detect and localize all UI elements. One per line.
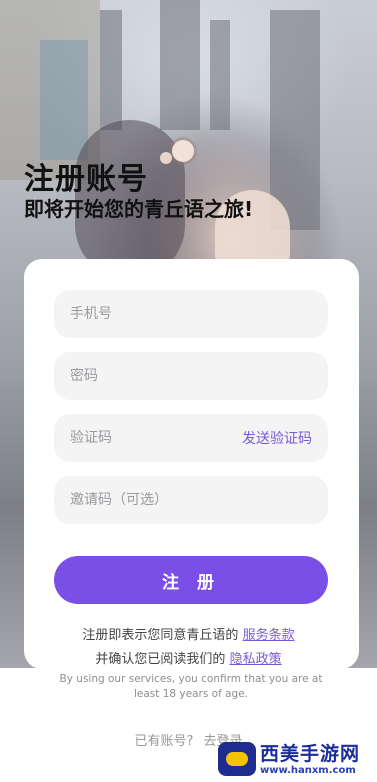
castle-tower	[100, 10, 122, 130]
gamepad-logo-icon	[218, 742, 256, 776]
watermark-url: www.hanxm.com	[260, 764, 356, 776]
invite-code-field[interactable]	[54, 476, 328, 524]
send-code-button[interactable]: 发送验证码	[242, 428, 312, 448]
watermark: 西美手游网 www.hanxm.com	[218, 736, 377, 782]
privacy-link[interactable]: 隐私政策	[230, 652, 282, 667]
hair-flower	[172, 140, 194, 162]
castle-tower	[270, 10, 320, 230]
castle-tower	[160, 0, 200, 130]
verification-code-field[interactable]: 发送验证码	[54, 414, 328, 462]
agreement-text: 注册即表示您同意青丘语的	[82, 628, 239, 643]
terms-link[interactable]: 服务条款	[243, 628, 295, 643]
agreement-text: 并确认您已阅读我们的	[95, 652, 226, 667]
phone-input[interactable]	[70, 306, 312, 322]
page-title: 注册账号	[24, 162, 148, 197]
castle-banner	[40, 40, 88, 160]
have-account-text: 已有账号?	[134, 734, 194, 749]
agreement-line-terms: 注册即表示您同意青丘语的 服务条款	[0, 624, 377, 643]
hair-flower	[160, 152, 172, 164]
phone-field[interactable]	[54, 290, 328, 338]
register-button[interactable]: 注 册	[54, 556, 328, 604]
verification-code-input[interactable]	[70, 430, 234, 446]
watermark-brand: 西美手游网	[260, 742, 361, 765]
page-subtitle: 即将开始您的青丘语之旅!	[24, 197, 254, 221]
invite-code-input[interactable]	[70, 492, 312, 508]
castle-tower	[210, 20, 230, 130]
password-field[interactable]	[54, 352, 328, 400]
age-notice: By using our services, you confirm that …	[59, 673, 323, 700]
agreement-line-privacy: 并确认您已阅读我们的 隐私政策	[0, 648, 377, 667]
password-input[interactable]	[70, 368, 312, 384]
